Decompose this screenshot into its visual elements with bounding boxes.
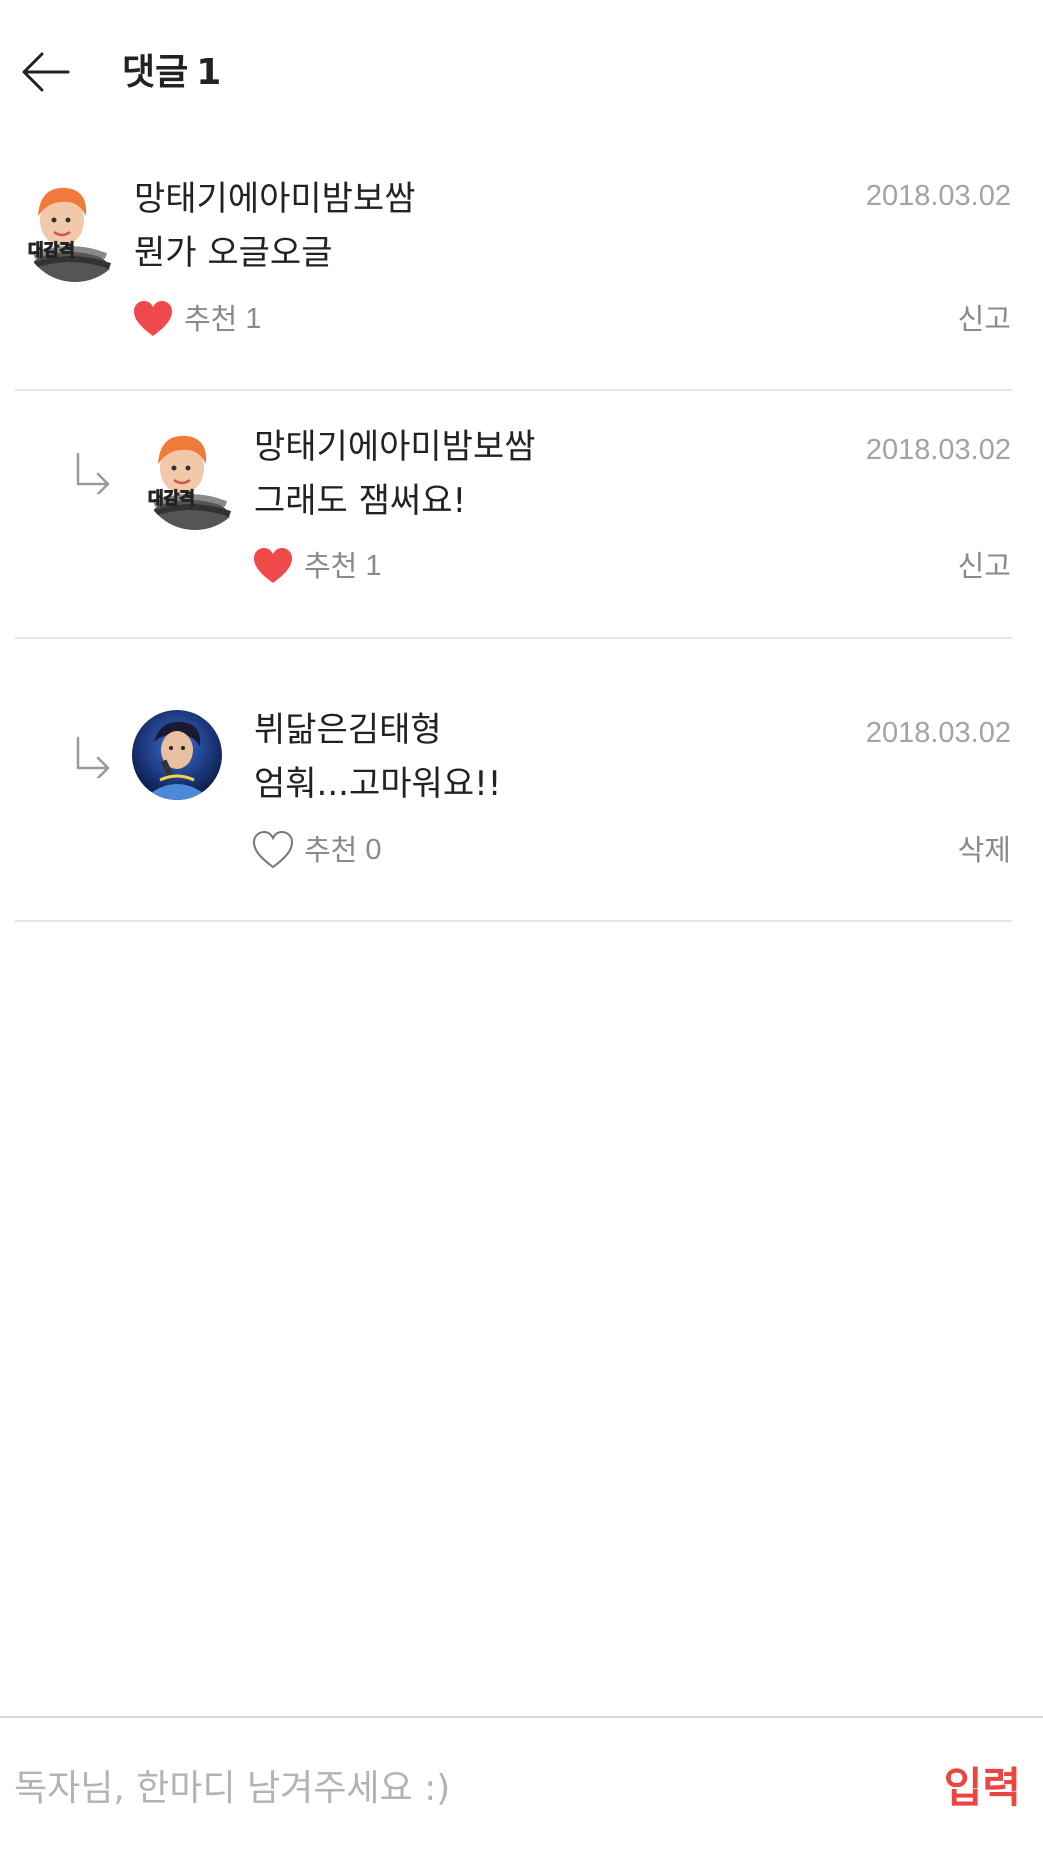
comment-username[interactable]: 망태기에아미밤보쌈 — [254, 425, 536, 469]
submit-button[interactable]: 입력 — [944, 1760, 1021, 1816]
report-button[interactable]: 신고 — [958, 546, 1011, 586]
avatar-image: 대감격 — [22, 176, 128, 282]
heart-outline-icon — [252, 830, 294, 869]
comment-text: 그래도 잼써요! — [254, 481, 467, 521]
back-button[interactable] — [18, 44, 72, 98]
avatar[interactable] — [132, 710, 222, 800]
page-title-label: 댓글 — [122, 52, 189, 93]
like-count: 0 — [365, 833, 382, 866]
divider — [15, 920, 1012, 922]
report-button[interactable]: 신고 — [958, 299, 1011, 339]
reply-arrow-icon — [76, 736, 110, 778]
divider — [15, 389, 1012, 391]
comment-input-bar: 입력 — [0, 1716, 1043, 1857]
like-button[interactable]: 추천 1 — [252, 544, 382, 588]
like-label: 추천 — [304, 833, 358, 867]
like-label: 추천 — [304, 549, 358, 583]
page-title: 댓글 1 — [122, 50, 221, 96]
comment-username[interactable]: 망태기에아미밤보쌈 — [134, 177, 416, 221]
comment-date: 2018.03.02 — [865, 434, 1011, 466]
heart-filled-icon — [134, 301, 172, 336]
comment-username[interactable]: 뷔닮은김태형 — [254, 708, 442, 752]
comment-text: 엄훠...고마워요!! — [254, 764, 502, 804]
comment-count: 1 — [196, 52, 222, 93]
avatar[interactable]: 대감격 — [22, 176, 128, 282]
reply-arrow-icon — [76, 452, 110, 494]
avatar-image — [132, 710, 222, 800]
like-button[interactable]: 추천 0 — [252, 828, 382, 872]
comment-date: 2018.03.02 — [865, 180, 1011, 212]
like-count: 1 — [245, 302, 262, 335]
heart-filled-icon — [254, 548, 292, 583]
arrow-left-icon — [22, 52, 70, 92]
avatar-badge-text: 대감격 — [148, 489, 195, 509]
comment-date: 2018.03.02 — [865, 717, 1011, 749]
divider — [15, 637, 1012, 639]
comment-text: 뭔가 오글오글 — [134, 233, 333, 273]
like-button[interactable]: 추천 1 — [132, 297, 262, 341]
comment-input[interactable] — [14, 1758, 914, 1818]
header-bar: 댓글 1 — [0, 0, 1043, 145]
like-label: 추천 — [184, 302, 238, 336]
avatar-badge-text: 대감격 — [28, 241, 75, 261]
like-count: 1 — [365, 549, 382, 582]
delete-button[interactable]: 삭제 — [958, 830, 1011, 870]
avatar-image: 대감격 — [142, 424, 248, 530]
avatar[interactable]: 대감격 — [142, 424, 248, 530]
